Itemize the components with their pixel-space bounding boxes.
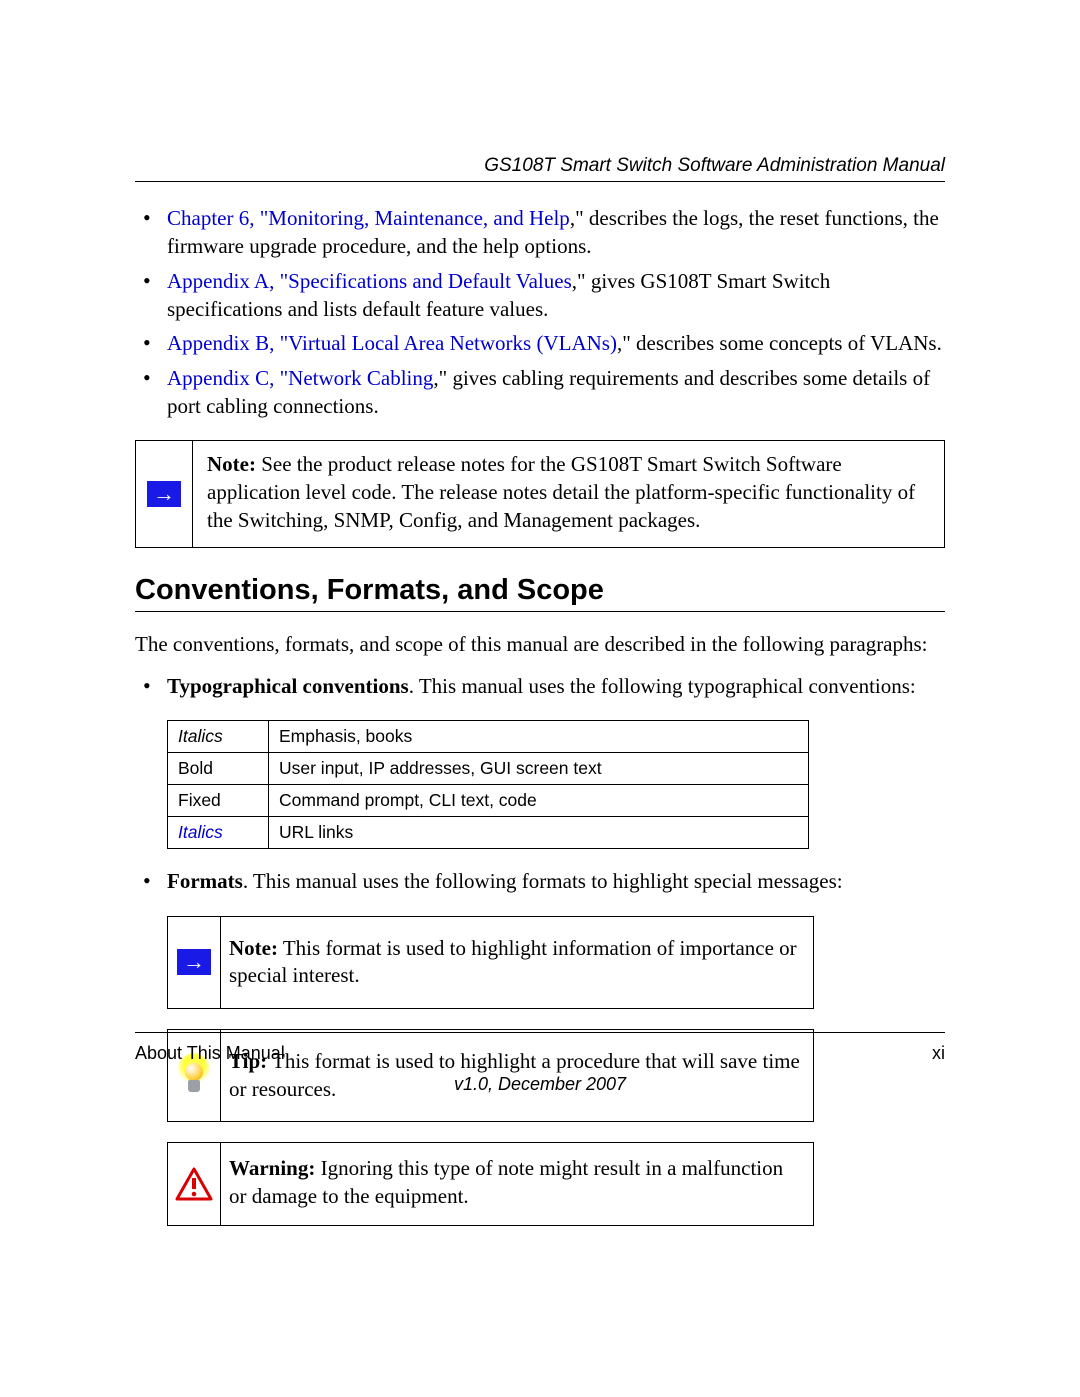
- note-icon-cell: [168, 917, 221, 1008]
- note-icon-cell: [136, 441, 193, 546]
- table-row: Fixed Command prompt, CLI text, code: [168, 785, 809, 817]
- list-item: Appendix C, "Network Cabling," gives cab…: [135, 364, 945, 421]
- section-rule: [135, 611, 945, 612]
- page-footer: About This Manual xi v1.0, December 2007: [135, 1028, 945, 1095]
- conv-name: Fixed: [168, 785, 269, 817]
- section-heading: Conventions, Formats, and Scope: [135, 574, 945, 607]
- note-label: Note:: [207, 452, 256, 476]
- note-body: See the product release notes for the GS…: [207, 452, 915, 531]
- conv-desc: Emphasis, books: [269, 721, 809, 753]
- table-row: Italics Emphasis, books: [168, 721, 809, 753]
- typographical-conventions-table: Italics Emphasis, books Bold User input,…: [167, 720, 809, 849]
- list-item: Appendix B, "Virtual Local Area Networks…: [135, 329, 945, 357]
- warning-label: Warning:: [229, 1156, 315, 1180]
- convention-text: . This manual uses the following typogra…: [409, 674, 916, 698]
- list-item: Appendix A, "Specifications and Default …: [135, 267, 945, 324]
- footer-rule: [135, 1032, 945, 1033]
- footer-version: v1.0, December 2007: [135, 1074, 945, 1095]
- note-label: Note:: [229, 936, 278, 960]
- note-body: This format is used to highlight informa…: [229, 936, 797, 988]
- conventions-list: Typographical conventions. This manual u…: [135, 672, 945, 700]
- list-item: Chapter 6, "Monitoring, Maintenance, and…: [135, 204, 945, 261]
- convention-label: Typographical conventions: [167, 674, 409, 698]
- conv-desc: User input, IP addresses, GUI screen tex…: [269, 753, 809, 785]
- warning-triangle-icon: [175, 1167, 213, 1201]
- list-item: Formats. This manual uses the following …: [135, 867, 945, 895]
- conv-name: Italics: [168, 721, 269, 753]
- note-text: Note: See the product release notes for …: [193, 441, 944, 546]
- formats-text: . This manual uses the following formats…: [243, 869, 843, 893]
- formats-label: Formats: [167, 869, 243, 893]
- arrow-right-icon: [177, 949, 211, 975]
- table-row: Bold User input, IP addresses, GUI scree…: [168, 753, 809, 785]
- intro-paragraph: The conventions, formats, and scope of t…: [135, 630, 945, 658]
- cross-reference-link[interactable]: Appendix C, "Network Cabling: [167, 366, 433, 390]
- arrow-right-icon: [147, 481, 181, 507]
- warning-format-box: Warning: Ignoring this type of note migh…: [167, 1142, 814, 1225]
- header-rule: [135, 181, 945, 182]
- list-item: Typographical conventions. This manual u…: [135, 672, 945, 700]
- warning-icon-cell: [168, 1143, 221, 1224]
- conv-desc: URL links: [269, 817, 809, 849]
- conv-desc: Command prompt, CLI text, code: [269, 785, 809, 817]
- chapter-summary-list: Chapter 6, "Monitoring, Maintenance, and…: [135, 204, 945, 420]
- running-header: GS108T Smart Switch Software Administrat…: [135, 155, 945, 177]
- cross-reference-link[interactable]: Chapter 6, "Monitoring, Maintenance, and…: [167, 206, 570, 230]
- table-row: Italics URL links: [168, 817, 809, 849]
- cross-reference-link[interactable]: Appendix B, "Virtual Local Area Networks…: [167, 331, 617, 355]
- conv-name: Italics: [168, 817, 269, 849]
- conv-name: Bold: [168, 753, 269, 785]
- page-number: xi: [932, 1043, 945, 1064]
- list-item-text: ," describes some concepts of VLANs.: [617, 331, 942, 355]
- note-callout: Note: See the product release notes for …: [135, 440, 945, 547]
- warning-format-text: Warning: Ignoring this type of note migh…: [221, 1143, 813, 1224]
- formats-list: Formats. This manual uses the following …: [135, 867, 945, 895]
- note-format-box: Note: This format is used to highlight i…: [167, 916, 814, 1009]
- note-format-text: Note: This format is used to highlight i…: [221, 917, 813, 1008]
- cross-reference-link[interactable]: Appendix A, "Specifications and Default …: [167, 269, 572, 293]
- footer-section-name: About This Manual: [135, 1043, 285, 1064]
